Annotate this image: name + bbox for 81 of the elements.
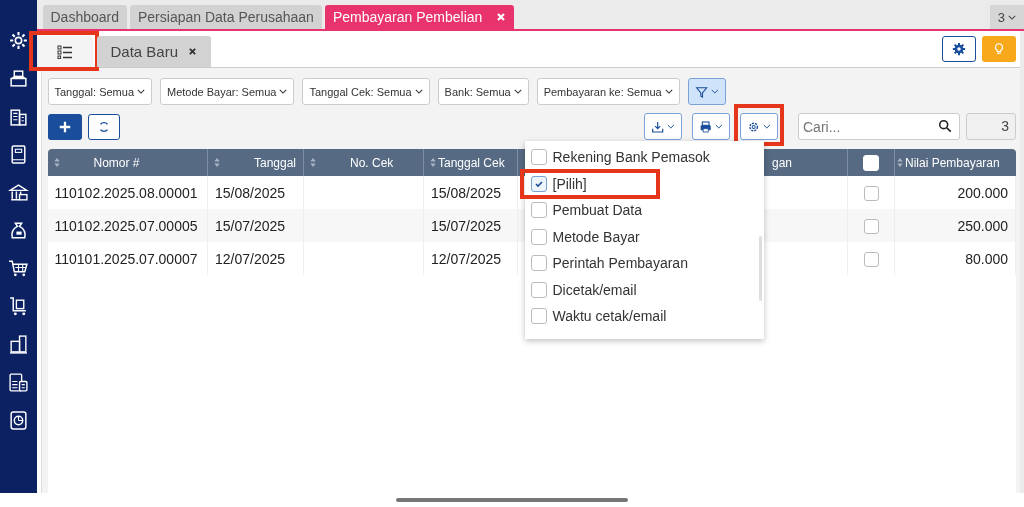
gear-icon[interactable]	[7, 30, 29, 51]
sort-icon[interactable]	[53, 157, 60, 167]
table-cell: 15/07/2025	[207, 209, 304, 242]
table-cell: 15/07/2025	[423, 209, 518, 242]
chevron-icon	[664, 89, 673, 94]
row-checkbox[interactable]	[863, 218, 879, 234]
table-cell: 250.000	[894, 209, 1016, 242]
chevron-icon	[763, 124, 771, 129]
filter-dropdown[interactable]: Tanggal Cek: Semua	[302, 78, 430, 105]
scrollbar[interactable]	[758, 236, 762, 301]
table-cell: 110102.2025.07.00005	[47, 209, 208, 242]
table-cell: 80.000	[894, 242, 1016, 275]
sort-icon[interactable]	[310, 157, 316, 167]
checkbox[interactable]	[530, 228, 547, 245]
refresh-button[interactable]	[87, 113, 120, 140]
download-button[interactable]	[644, 113, 682, 140]
filter-dropdown[interactable]: Tanggal: Semua	[47, 78, 152, 105]
column-header[interactable]: gan	[772, 155, 793, 170]
buildings-icon[interactable]	[7, 334, 29, 355]
print-button[interactable]	[692, 113, 730, 140]
sort-icon[interactable]	[897, 157, 903, 167]
checkbox[interactable]	[530, 149, 547, 166]
cash-register-icon[interactable]	[7, 68, 29, 89]
checkbox[interactable]	[530, 281, 547, 298]
list-icon	[56, 44, 73, 59]
chevron-icon	[279, 89, 288, 94]
record-count: 3	[966, 113, 1016, 140]
row-checkbox[interactable]	[863, 251, 879, 267]
printer-icon	[699, 119, 713, 134]
column-option[interactable]: Metode Bayar	[524, 223, 764, 250]
column-option[interactable]: Pembuat Data	[524, 197, 764, 224]
report-icon[interactable]	[7, 410, 29, 431]
chevron-icon	[414, 89, 423, 94]
table-cell: 12/07/2025	[207, 242, 304, 275]
bank-icon[interactable]	[7, 182, 29, 203]
table-cell: 110101.2025.07.00007	[47, 242, 208, 275]
column-option[interactable]: Perintah Pembayaran	[524, 250, 764, 277]
row-checkbox[interactable]	[863, 185, 879, 201]
add-button[interactable]	[47, 113, 82, 140]
sort-icon[interactable]	[214, 157, 220, 167]
chevron-icon	[137, 89, 145, 94]
settings-button[interactable]	[942, 36, 976, 62]
building-icon[interactable]	[7, 106, 29, 127]
tax-document-icon[interactable]	[7, 372, 29, 393]
column-header[interactable]: Nomor #	[93, 155, 140, 170]
tab-overflow-button[interactable]: 3	[989, 5, 1024, 29]
cart-icon[interactable]	[7, 258, 29, 279]
download-icon	[651, 119, 665, 134]
sort-icon[interactable]	[430, 157, 436, 167]
gear-icon	[952, 42, 966, 56]
tab[interactable]: Dashboard	[42, 5, 127, 29]
chevron-icon	[715, 124, 723, 129]
columns-button[interactable]	[740, 113, 778, 140]
chevron-icon	[711, 89, 719, 94]
filter-dropdown[interactable]: Metode Bayar: Semua	[160, 78, 295, 105]
column-option[interactable]: Waktu cetak/email	[524, 303, 764, 330]
chevron-icon	[667, 124, 675, 129]
search-field[interactable]: Cari...	[798, 113, 960, 140]
checkbox[interactable]	[530, 255, 547, 272]
column-option[interactable]: Rekening Bank Pemasok	[524, 144, 764, 171]
filter-dropdown[interactable]: Bank: Semua	[437, 78, 529, 105]
tab[interactable]	[36, 36, 93, 67]
tab[interactable]: Persiapan Data Perusahaan	[130, 5, 322, 29]
select-all-checkbox[interactable]	[863, 154, 879, 171]
checkbox[interactable]	[530, 202, 547, 219]
filter-dropdown[interactable]: Pembayaran ke: Semua	[536, 78, 680, 105]
tab[interactable]: Pembayaran Pembelian	[324, 5, 515, 29]
search-icon[interactable]	[938, 119, 952, 133]
filter-icon	[694, 84, 708, 99]
chevron-icon	[1008, 14, 1016, 20]
checkbox[interactable]	[530, 308, 547, 325]
column-option[interactable]: Dicetak/email	[524, 276, 764, 303]
chevron-icon	[513, 89, 522, 94]
trolley-icon[interactable]	[7, 296, 29, 317]
plus-icon	[57, 119, 72, 134]
close-icon[interactable]	[188, 47, 198, 56]
table-cell: 12/07/2025	[423, 242, 518, 275]
tab[interactable]: Data Baru	[96, 36, 212, 67]
check-icon	[533, 178, 544, 189]
filter-button[interactable]	[687, 78, 726, 105]
lightbulb-icon	[992, 42, 1006, 56]
